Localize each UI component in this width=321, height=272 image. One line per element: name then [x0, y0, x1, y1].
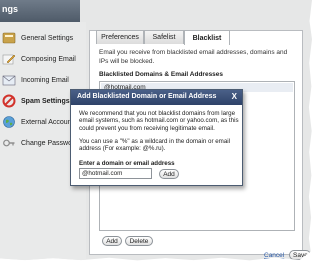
blacklist-description: Email you receive from blacklisted email… — [99, 49, 288, 65]
dialog-warning-text: We recommend that you not blacklist doma… — [79, 110, 239, 132]
inbox-icon — [2, 75, 16, 86]
cancel-link[interactable]: Cancel — [264, 252, 284, 259]
key-icon — [3, 139, 15, 147]
sidebar-item-label: Incoming Email — [21, 76, 69, 84]
tab-preferences[interactable]: Preferences — [96, 30, 144, 44]
dialog-wildcard-text: You can use a "%" as a wildcard in the d… — [79, 138, 231, 153]
delete-button[interactable]: Delete — [125, 236, 153, 246]
window-title: ngs — [2, 4, 19, 14]
sidebar-item-incoming-email[interactable]: Incoming Email — [0, 70, 86, 90]
sidebar-item-label: Spam Settings — [21, 97, 70, 105]
sidebar-item-composing-email[interactable]: Composing Email — [0, 49, 86, 69]
sidebar-item-label: Composing Email — [21, 55, 76, 63]
dialog-header: Add Blacklisted Domain or Email Address … — [71, 90, 242, 105]
sidebar-item-general-settings[interactable]: General Settings — [0, 28, 86, 48]
screenshot-canvas: ngs General Settings Composing Email Inc… — [0, 0, 321, 272]
domain-field-label: Enter a domain or email address — [79, 160, 175, 167]
add-blacklist-dialog: Add Blacklisted Domain or Email Address … — [70, 89, 243, 186]
blacklist-list-title: Blacklisted Domains & Email Addresses — [99, 71, 224, 78]
globe-icon — [3, 116, 15, 128]
settings-window: ngs General Settings Composing Email Inc… — [0, 0, 312, 261]
close-icon[interactable]: X — [232, 92, 237, 102]
pencil-icon — [2, 54, 16, 65]
sidebar-item-label: General Settings — [21, 34, 74, 42]
dialog-add-button[interactable]: Add — [159, 169, 179, 179]
general-settings-icon — [2, 32, 16, 44]
dialog-title: Add Blacklisted Domain or Email Address — [77, 93, 217, 100]
save-button[interactable]: Save — [289, 250, 311, 260]
add-button[interactable]: Add — [102, 236, 122, 246]
sidebar-item-label: External Accounts — [21, 118, 78, 126]
domain-input[interactable] — [79, 168, 152, 179]
window-titlebar: ngs — [0, 0, 80, 22]
tab-blacklist[interactable]: Blacklist — [184, 30, 230, 45]
no-entry-icon — [2, 94, 16, 108]
tab-safelist[interactable]: Safelist — [144, 30, 184, 44]
